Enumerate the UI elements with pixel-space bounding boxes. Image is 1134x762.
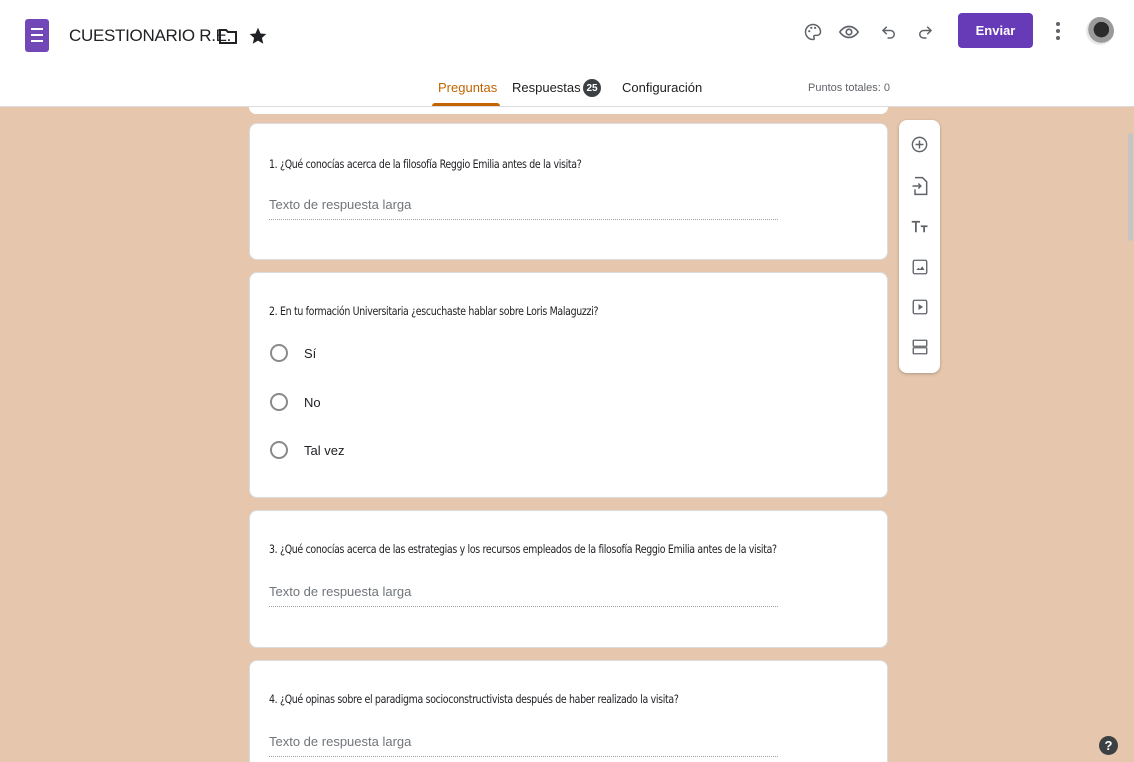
avatar[interactable] (1086, 17, 1114, 45)
question-title: 4. ¿Qué opinas sobre el paradigma socioc… (269, 692, 679, 706)
option-label: Sí (304, 345, 317, 361)
add-section-icon[interactable] (909, 336, 930, 357)
more-vert-icon[interactable] (1052, 19, 1064, 43)
help-icon[interactable]: ? (1099, 736, 1118, 755)
responses-count-badge: 25 (583, 79, 601, 97)
radio-button[interactable] (270, 393, 288, 411)
question-toolbar (899, 120, 940, 373)
option-label: Tal vez (304, 442, 345, 458)
import-questions-icon[interactable] (909, 175, 930, 196)
question-card-1[interactable]: 1. ¿Qué conocías acerca de la filosofía … (249, 123, 888, 260)
eye-icon[interactable] (837, 20, 861, 44)
redo-icon[interactable] (913, 20, 937, 44)
forms-logo-icon[interactable] (25, 19, 49, 52)
palette-icon[interactable] (801, 20, 825, 44)
option-label: No (304, 394, 321, 410)
radio-button[interactable] (270, 344, 288, 362)
long-answer-placeholder: Texto de respuesta larga (269, 584, 778, 607)
tab-configuracion[interactable]: Configuración (622, 80, 702, 95)
add-title-icon[interactable] (909, 216, 930, 237)
folder-icon[interactable] (218, 27, 238, 45)
previous-card-edge (249, 107, 888, 114)
question-title: 2. En tu formación Universitaria ¿escuch… (269, 304, 599, 318)
tab-preguntas[interactable]: Preguntas (438, 80, 497, 95)
long-answer-placeholder: Texto de respuesta larga (269, 197, 778, 220)
option-si[interactable]: Sí (270, 344, 316, 362)
question-card-3[interactable]: 3. ¿Qué conocías acerca de las estrategi… (249, 510, 888, 648)
question-card-4[interactable]: 4. ¿Qué opinas sobre el paradigma socioc… (249, 660, 888, 762)
scrollbar[interactable] (1128, 133, 1133, 241)
long-answer-placeholder: Texto de respuesta larga (269, 734, 778, 757)
option-tal-vez[interactable]: Tal vez (270, 441, 344, 459)
star-icon[interactable] (247, 25, 269, 47)
top-header: CUESTIONARIO R.E. Enviar Preguntas Respu… (0, 0, 1134, 107)
form-title[interactable]: CUESTIONARIO R.E. (69, 26, 231, 46)
total-points: Puntos totales: 0 (808, 82, 890, 94)
radio-button[interactable] (270, 441, 288, 459)
send-button[interactable]: Enviar (958, 13, 1033, 48)
question-card-2[interactable]: 2. En tu formación Universitaria ¿escuch… (249, 272, 888, 498)
active-tab-indicator (432, 103, 500, 106)
add-image-icon[interactable] (909, 256, 930, 277)
add-question-icon[interactable] (909, 134, 930, 155)
question-title: 3. ¿Qué conocías acerca de las estrategi… (269, 542, 777, 556)
option-no[interactable]: No (270, 393, 321, 411)
undo-icon[interactable] (877, 20, 901, 44)
add-video-icon[interactable] (909, 296, 930, 317)
tab-respuestas[interactable]: Respuestas (512, 80, 581, 95)
question-title: 1. ¿Qué conocías acerca de la filosofía … (269, 157, 582, 171)
